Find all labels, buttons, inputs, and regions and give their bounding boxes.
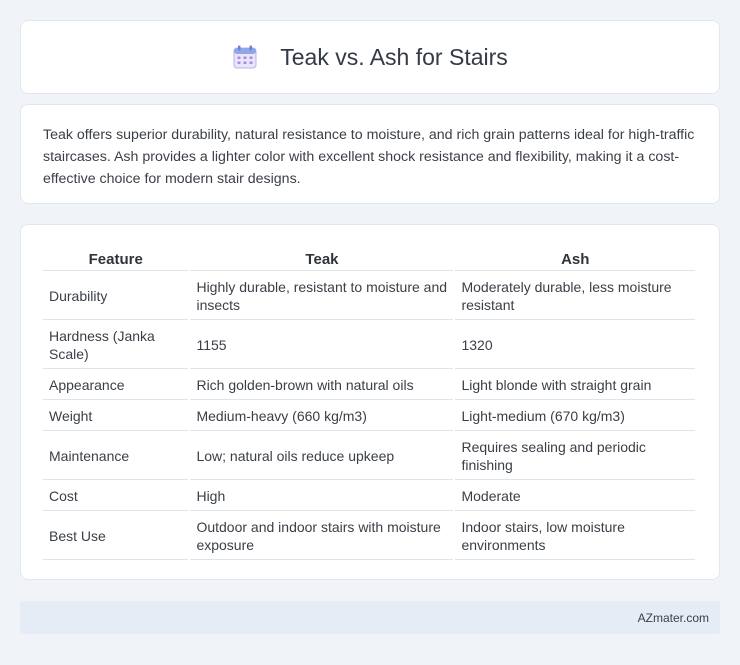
- row-feature: Appearance: [43, 371, 189, 400]
- table-row: Maintenance Low; natural oils reduce upk…: [43, 433, 695, 480]
- row-ash: Moderately durable, less moisture resist…: [455, 273, 695, 320]
- row-feature: Best Use: [43, 513, 189, 560]
- row-feature: Cost: [43, 482, 189, 511]
- table-row: Best Use Outdoor and indoor stairs with …: [43, 513, 695, 560]
- description-card: Teak offers superior durability, natural…: [20, 104, 720, 204]
- table-row: Cost High Moderate: [43, 482, 695, 511]
- row-teak: Medium-heavy (660 kg/m3): [190, 402, 454, 431]
- footer: AZmater.com: [20, 601, 720, 634]
- row-teak: Rich golden-brown with natural oils: [190, 371, 454, 400]
- row-teak: Highly durable, resistant to moisture an…: [190, 273, 454, 320]
- row-teak: Outdoor and indoor stairs with moisture …: [190, 513, 454, 560]
- footer-text: AZmater.com: [637, 610, 709, 625]
- title-wrap: Teak vs. Ash for Stairs: [232, 44, 508, 71]
- row-feature: Maintenance: [43, 433, 189, 480]
- header-ash: Ash: [455, 247, 695, 271]
- row-ash: Light-medium (670 kg/m3): [455, 402, 695, 431]
- calendar-icon: [232, 44, 258, 70]
- header-teak: Teak: [190, 247, 454, 271]
- row-feature: Weight: [43, 402, 189, 431]
- table-row: Appearance Rich golden-brown with natura…: [43, 371, 695, 400]
- page-title: Teak vs. Ash for Stairs: [280, 43, 508, 70]
- row-ash: Light blonde with straight grain: [455, 371, 695, 400]
- table-row: Hardness (Janka Scale) 1155 1320: [43, 322, 695, 369]
- row-teak: Low; natural oils reduce upkeep: [190, 433, 454, 480]
- row-ash: Indoor stairs, low moisture environments: [455, 513, 695, 560]
- title-card: Teak vs. Ash for Stairs: [20, 20, 720, 94]
- table-header-row: Feature Teak Ash: [43, 247, 695, 271]
- header-feature: Feature: [43, 247, 189, 271]
- row-teak: 1155: [190, 322, 454, 369]
- row-ash: Requires sealing and periodic finishing: [455, 433, 695, 480]
- table-row: Durability Highly durable, resistant to …: [43, 273, 695, 320]
- description-text: Teak offers superior durability, natural…: [43, 127, 695, 187]
- comparison-card: Feature Teak Ash Durability Highly durab…: [20, 224, 720, 580]
- comparison-table: Feature Teak Ash Durability Highly durab…: [41, 245, 697, 562]
- row-ash: Moderate: [455, 482, 695, 511]
- table-row: Weight Medium-heavy (660 kg/m3) Light-me…: [43, 402, 695, 431]
- row-ash: 1320: [455, 322, 695, 369]
- row-feature: Durability: [43, 273, 189, 320]
- row-teak: High: [190, 482, 454, 511]
- row-feature: Hardness (Janka Scale): [43, 322, 189, 369]
